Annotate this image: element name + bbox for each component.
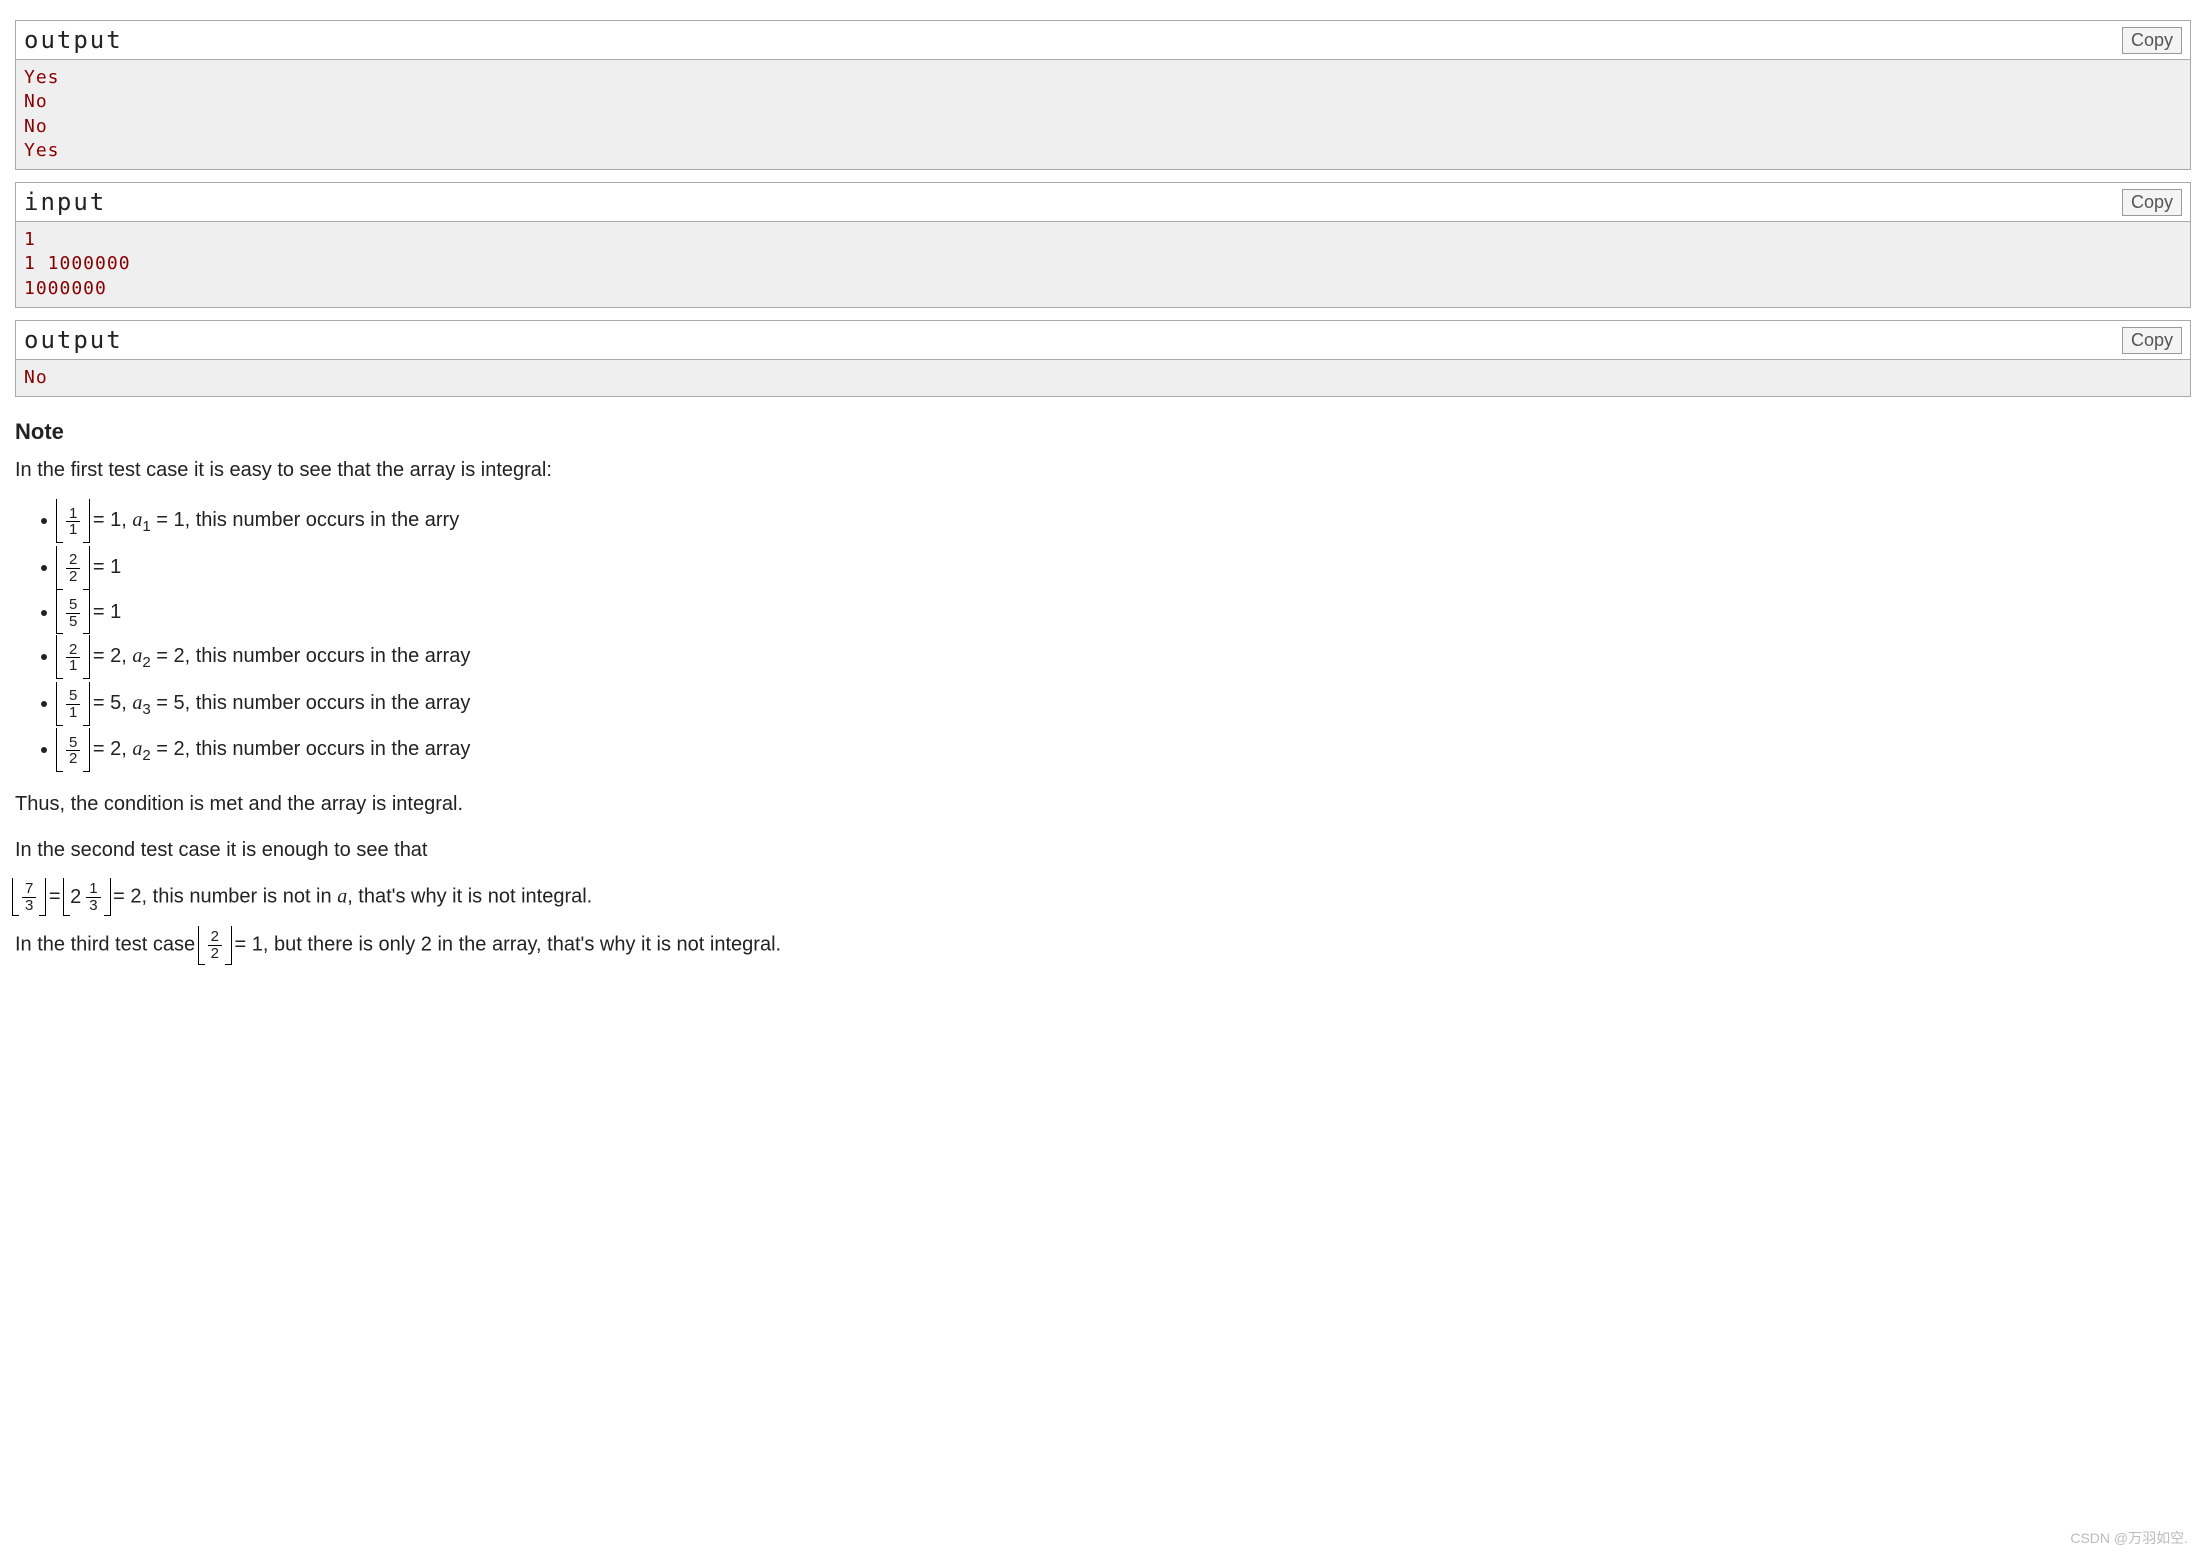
frac-num: 5 <box>66 735 80 752</box>
floor-expr: 5 2 <box>59 731 87 769</box>
fraction: 5 2 <box>66 735 80 768</box>
eq-val: = 2 <box>108 885 142 907</box>
list-item: 2 2 = 1 <box>59 548 2191 587</box>
var-sub: 2 <box>142 654 150 671</box>
var-val: = 2 <box>151 738 185 760</box>
tail-text: , this number is not in <box>142 885 338 907</box>
frac-num: 5 <box>66 688 80 705</box>
fraction: 2 2 <box>66 552 80 585</box>
copy-button[interactable]: Copy <box>2122 327 2182 354</box>
output-block-2: output Copy No <box>15 320 2191 397</box>
var-val: = 5 <box>151 692 185 714</box>
output-content-2: No <box>16 360 2190 396</box>
fraction: 1 1 <box>66 506 80 539</box>
frac-num: 5 <box>66 597 80 614</box>
copy-button[interactable]: Copy <box>2122 189 2182 216</box>
output-label-1: output <box>24 26 123 54</box>
frac-den: 1 <box>66 522 80 538</box>
list-item: 5 2 = 2, a2 = 2, this number occurs in t… <box>59 730 2191 771</box>
fraction: 5 5 <box>66 597 80 630</box>
input-content-1: 1 1 1000000 1000000 <box>16 222 2190 307</box>
list-item: 5 1 = 5, a3 = 5, this number occurs in t… <box>59 684 2191 725</box>
eq-text: = 2, <box>87 645 132 667</box>
frac-num: 1 <box>86 881 100 898</box>
frac-num: 7 <box>22 881 36 898</box>
fraction: 1 3 <box>86 881 100 914</box>
floor-expr: 2 1 <box>59 638 87 676</box>
fraction: 7 3 <box>22 881 36 914</box>
var-sub: 1 <box>142 518 150 535</box>
mixed-int: 2 <box>70 882 81 912</box>
floor-expr: 2 2 <box>201 929 229 962</box>
tail-text-2: , that's why it is not integral. <box>347 885 592 907</box>
fraction: 5 1 <box>66 688 80 721</box>
var-a: a <box>132 645 142 667</box>
item-tail: , this number occurs in the arry <box>185 509 460 531</box>
output-header-2: output Copy <box>16 321 2190 360</box>
list-item: 1 1 = 1, a1 = 1, this number occurs in t… <box>59 501 2191 542</box>
item-tail: , this number occurs in the array <box>185 738 471 760</box>
var-a: a <box>132 692 142 714</box>
frac-den: 5 <box>66 614 80 630</box>
eq-text: = 1 <box>87 601 121 623</box>
var-sub: 3 <box>142 701 150 718</box>
floor-expr: 2 2 <box>59 549 87 587</box>
note-heading: Note <box>15 419 2191 445</box>
note-second-expr: 7 3 = 2 1 3 = 2, this number is not in a… <box>15 881 2191 914</box>
frac-num: 1 <box>66 506 80 523</box>
frac-num: 2 <box>66 642 80 659</box>
frac-den: 1 <box>66 658 80 674</box>
frac-den: 1 <box>66 705 80 721</box>
frac-den: 2 <box>208 946 222 962</box>
var-a: a <box>132 738 142 760</box>
output-label-2: output <box>24 326 123 354</box>
frac-den: 2 <box>66 569 80 585</box>
input-block-1: input Copy 1 1 1000000 1000000 <box>15 182 2191 308</box>
var-a: a <box>132 509 142 531</box>
eq-text: = 5, <box>87 692 132 714</box>
frac-num: 2 <box>208 929 222 946</box>
copy-button[interactable]: Copy <box>2122 27 2182 54</box>
item-tail: , this number occurs in the array <box>185 692 471 714</box>
floor-expr: 5 5 <box>59 593 87 631</box>
third-tail: , but there is only 2 in the array, that… <box>263 934 781 956</box>
input-label-1: input <box>24 188 106 216</box>
note-third: In the third test case 2 2 = 1, but ther… <box>15 929 2191 962</box>
var-sub: 2 <box>142 747 150 764</box>
note-second-intro: In the second test case it is enough to … <box>15 835 2191 865</box>
floor-expr: 5 1 <box>59 685 87 723</box>
frac-den: 2 <box>66 751 80 767</box>
input-header-1: input Copy <box>16 183 2190 222</box>
watermark: CSDN @万羽如空. <box>2070 1528 2188 1548</box>
third-intro: In the third test case <box>15 934 201 956</box>
note-list: 1 1 = 1, a1 = 1, this number occurs in t… <box>15 501 2191 770</box>
note-intro: In the first test case it is easy to see… <box>15 455 2191 485</box>
note-thus: Thus, the condition is met and the array… <box>15 789 2191 819</box>
frac-num: 2 <box>66 552 80 569</box>
item-tail: , this number occurs in the array <box>185 645 471 667</box>
list-item: 2 1 = 2, a2 = 2, this number occurs in t… <box>59 637 2191 678</box>
floor-expr: 1 1 <box>59 502 87 540</box>
output-content-1: Yes No No Yes <box>16 60 2190 169</box>
fraction: 2 1 <box>66 642 80 675</box>
var-a: a <box>337 885 347 907</box>
fraction: 2 2 <box>208 929 222 962</box>
var-val: = 2 <box>151 645 185 667</box>
var-val: = 1 <box>151 509 185 531</box>
eq-text: = 2, <box>87 738 132 760</box>
eq-text: = 1, <box>87 509 132 531</box>
eq-text: = 1 <box>87 556 121 578</box>
frac-den: 3 <box>22 898 36 914</box>
list-item: 5 5 = 1 <box>59 593 2191 632</box>
third-eq: = 1 <box>229 934 263 956</box>
mixed-number: 2 1 3 <box>70 881 103 914</box>
floor-expr: 7 3 <box>15 881 43 914</box>
floor-expr: 2 1 3 <box>66 881 107 914</box>
frac-den: 3 <box>86 898 100 914</box>
output-block-1: output Copy Yes No No Yes <box>15 20 2191 170</box>
output-header-1: output Copy <box>16 21 2190 60</box>
